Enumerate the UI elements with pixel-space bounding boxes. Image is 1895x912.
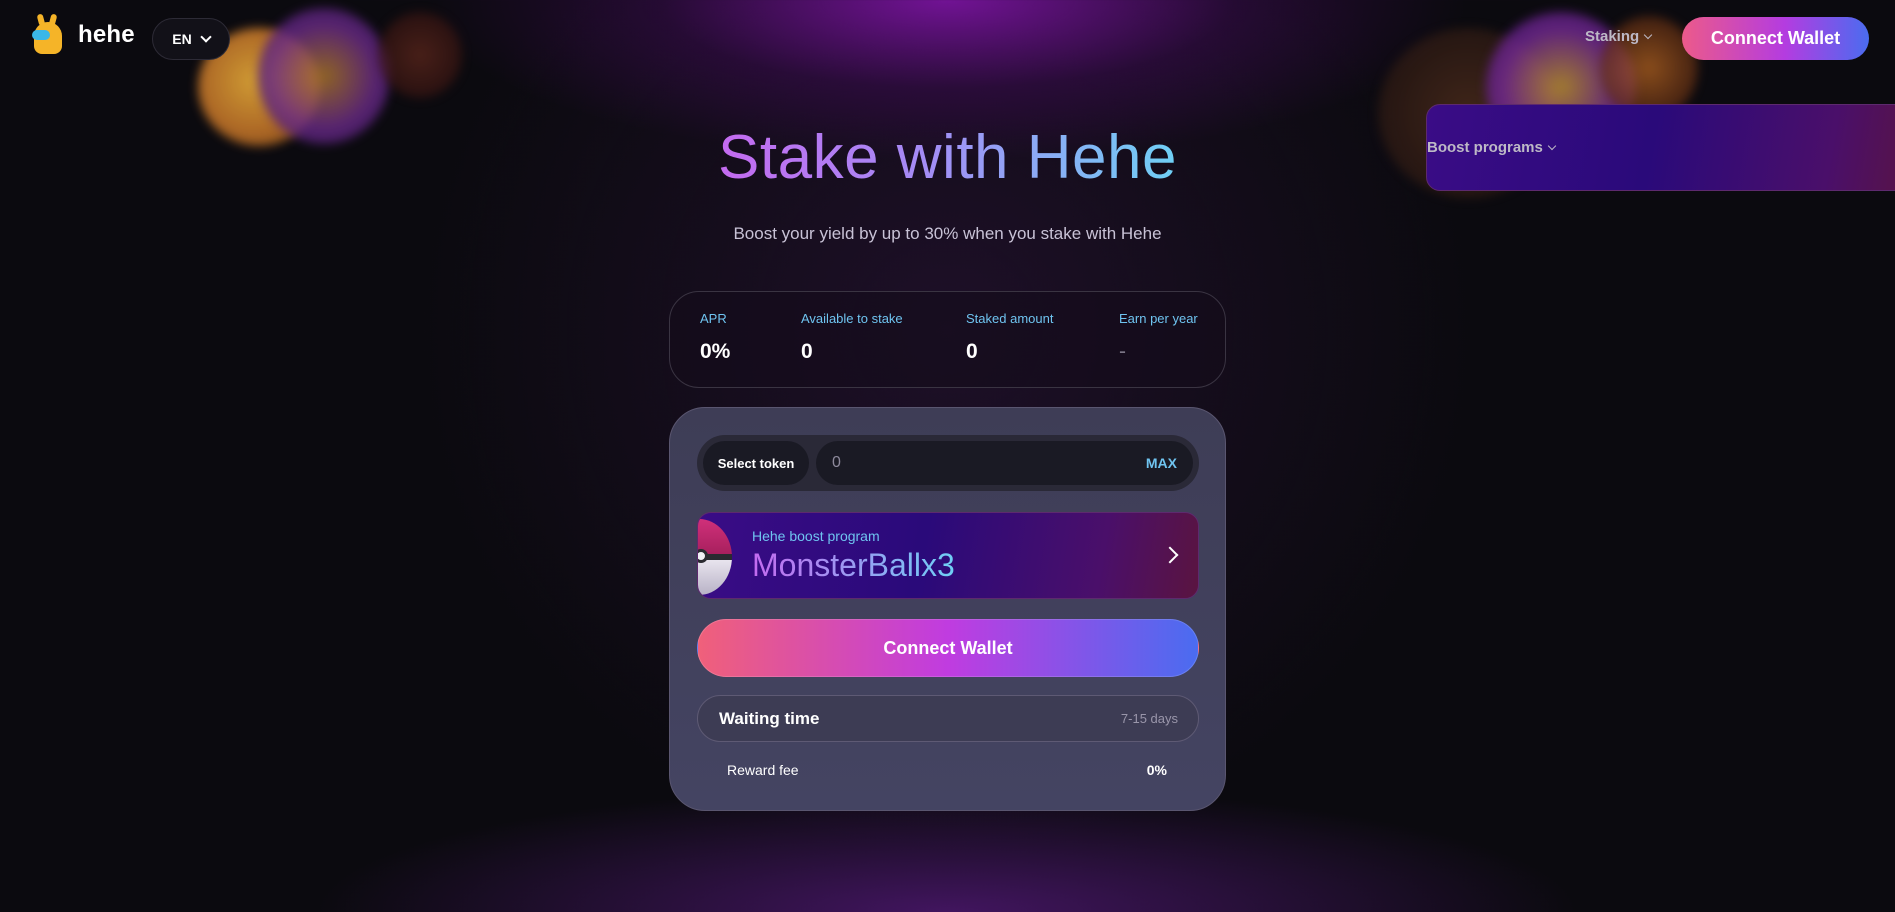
nav-label: Staking: [1585, 28, 1640, 45]
reward-fee-value: 0%: [1146, 762, 1167, 778]
stat-value: 0%: [700, 340, 731, 363]
amount-field: MAX: [816, 441, 1193, 485]
page-title: Stake with Hehe: [718, 123, 1177, 192]
chevron-down-icon: [200, 31, 212, 43]
decorative-coin: [378, 12, 462, 98]
amount-input[interactable]: [832, 441, 1122, 485]
staking-stats: APR 0% Available to stake 0 Staked amoun…: [669, 291, 1226, 388]
nav-staking[interactable]: Staking: [1585, 28, 1653, 45]
stat-label: APR: [700, 311, 727, 326]
monster-ball-icon: [698, 519, 732, 595]
waiting-time-label: Waiting time: [719, 709, 820, 728]
chevron-right-icon: [1161, 546, 1179, 564]
page-subtitle: Boost your yield by up to 30% when you s…: [733, 224, 1162, 243]
logo[interactable]: hehe: [28, 13, 135, 56]
token-amount-row: Select token MAX: [697, 435, 1199, 491]
stat-value: 0: [801, 340, 813, 363]
waiting-time-value: 7-15 days: [1120, 711, 1178, 726]
chevron-down-icon: [1643, 30, 1653, 40]
max-button[interactable]: MAX: [1146, 441, 1177, 485]
connect-wallet-header-button[interactable]: Connect Wallet: [1682, 17, 1869, 60]
boost-program-label: Hehe boost program: [752, 528, 880, 544]
language-label: EN: [172, 31, 192, 47]
hehe-mascot-icon: [28, 13, 68, 56]
stat-value: 0: [966, 340, 978, 363]
stat-label: Available to stake: [801, 311, 903, 326]
select-token-button[interactable]: Select token: [703, 441, 809, 485]
connect-wallet-button[interactable]: Connect Wallet: [697, 619, 1199, 677]
boost-program-name: MonsterBallx3: [752, 547, 955, 583]
stat-value: -: [1119, 340, 1126, 363]
reward-fee-label: Reward fee: [727, 762, 799, 778]
language-selector[interactable]: EN: [152, 18, 230, 60]
stake-card: Select token MAX Hehe boost program Mons…: [669, 407, 1226, 811]
stat-label: Staked amount: [966, 311, 1054, 326]
logo-text: hehe: [78, 21, 135, 48]
stat-label: Earn per year: [1119, 311, 1198, 326]
boost-program-card[interactable]: Hehe boost program MonsterBallx3: [697, 512, 1199, 599]
waiting-time-row: Waiting time 7-15 days: [697, 695, 1199, 742]
